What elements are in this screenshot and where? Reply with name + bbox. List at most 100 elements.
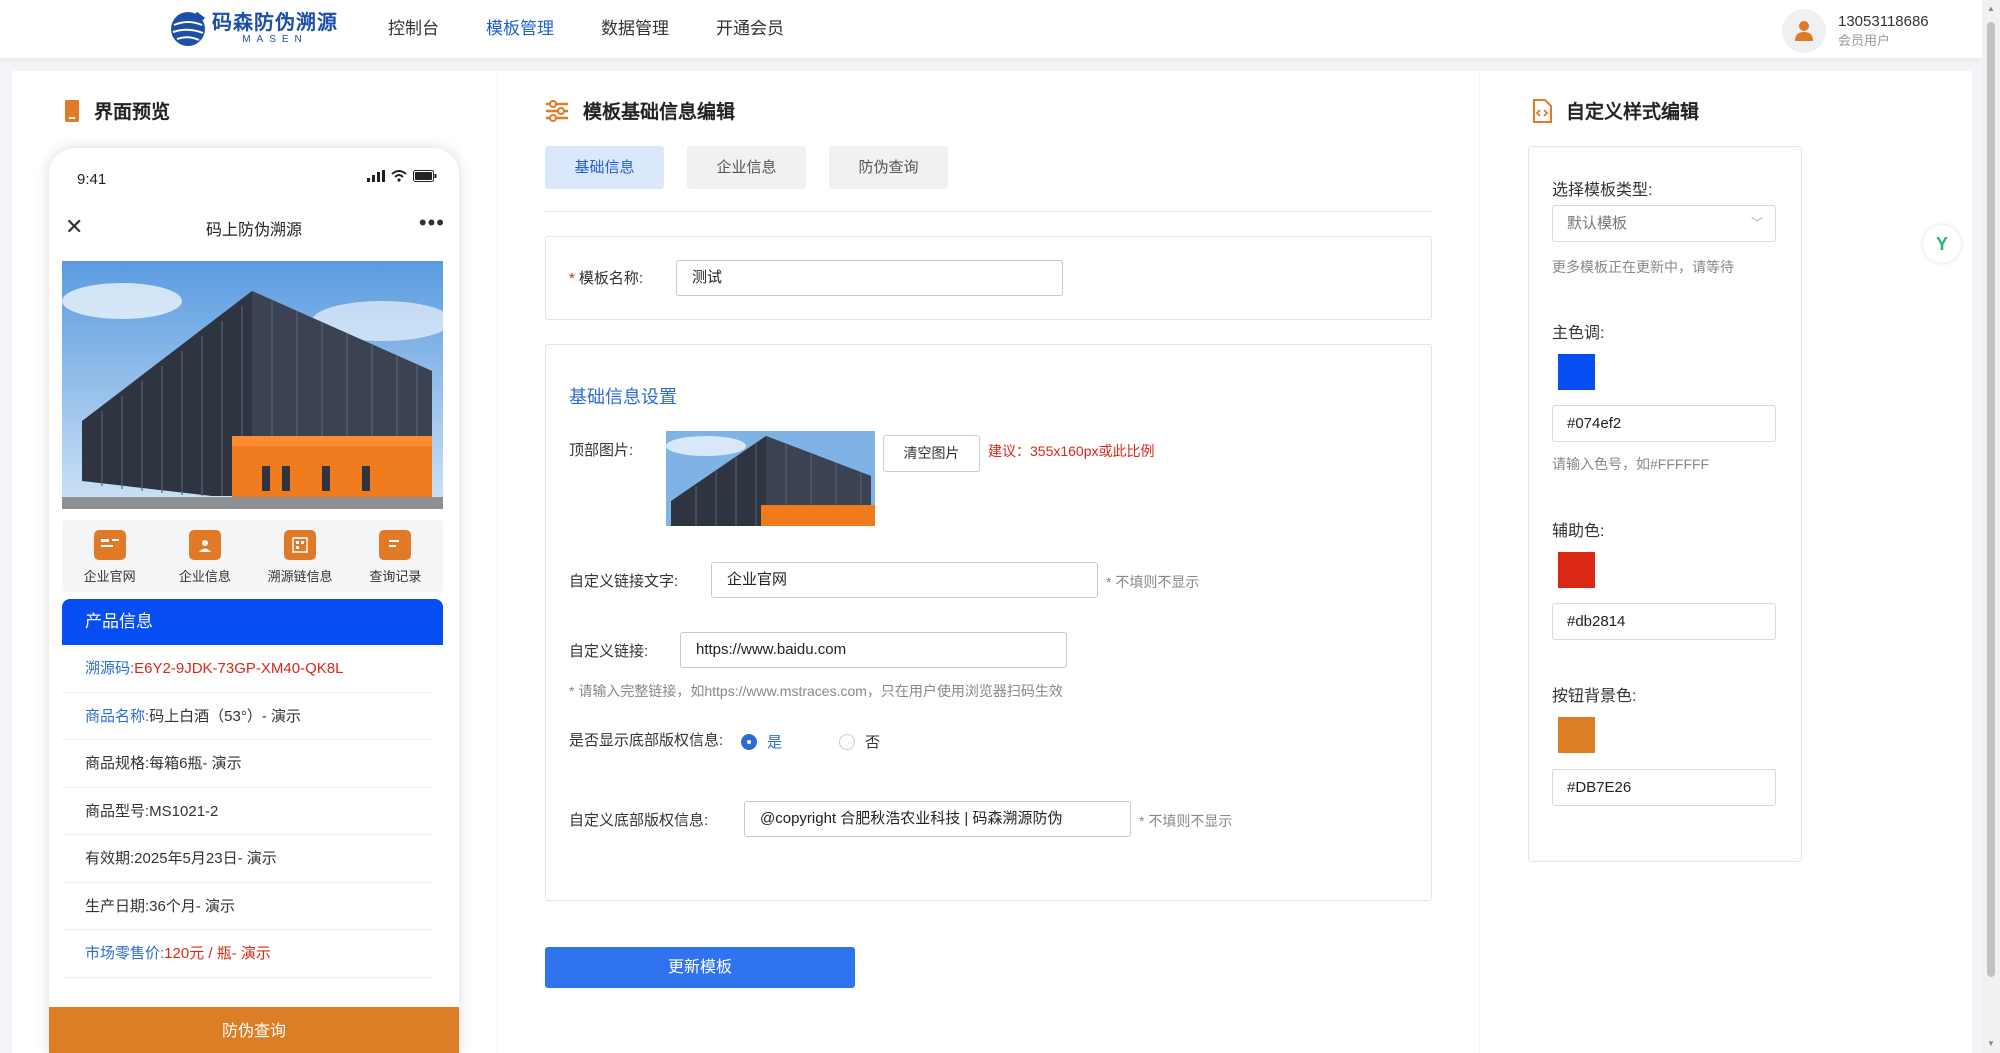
- template-type-hint: 更多模板正在更新中，请等待: [1552, 259, 1734, 275]
- secondary-color-input[interactable]: #db2814: [1552, 603, 1776, 640]
- button-bg-color-label: 按钮背景色:: [1552, 688, 1637, 705]
- top-image-label: 顶部图片:: [569, 442, 634, 459]
- phone-icon: [64, 99, 80, 123]
- show-copyright-label: 是否显示底部版权信息:: [569, 732, 724, 749]
- update-template-button[interactable]: 更新模板: [545, 947, 855, 988]
- anti-counterfeit-query-button[interactable]: 防伪查询: [49, 1007, 459, 1053]
- button-bg-color-swatch[interactable]: [1558, 717, 1595, 753]
- radio-show-no[interactable]: 否: [839, 731, 880, 752]
- primary-color-input[interactable]: #074ef2: [1552, 405, 1776, 442]
- scroll-up-icon[interactable]: ▲: [1986, 4, 1996, 14]
- template-type-label: 选择模板类型:: [1552, 182, 1653, 199]
- brand-logo[interactable]: 码森防伪溯源 MASEN: [168, 9, 338, 49]
- battery-icon: [413, 170, 437, 182]
- info-row-retail-price: 市场零售价:120元 / 瓶- 演示: [62, 930, 433, 978]
- product-info-list: 溯源码:E6Y2-9JDK-73GP-XM40-QK8L 商品名称:码上白酒（5…: [62, 645, 443, 978]
- top-navbar: 码森防伪溯源 MASEN 控制台 模板管理 数据管理 开通会员 13053118…: [0, 0, 1982, 58]
- phone-preview: 9:41 ✕ 码上防伪溯源 ••• 企业官网 企业信息 溯源链信息 查询记录 产…: [49, 148, 459, 1053]
- chain-list-icon: [284, 530, 317, 560]
- product-info-header: 产品信息: [62, 599, 443, 645]
- chevron-down-icon: ﹀: [1750, 216, 1763, 230]
- preview-panel: 界面预览 9:41 ✕ 码上防伪溯源 ••• 企业官网 企业信息 溯源链信息 查…: [12, 71, 497, 1053]
- miniapp-title: 码上防伪溯源: [205, 222, 302, 239]
- nav-data-management[interactable]: 数据管理: [601, 0, 669, 58]
- tab-basic-info[interactable]: 基础信息: [545, 146, 664, 189]
- main-nav: 控制台 模板管理 数据管理 开通会员: [388, 0, 831, 58]
- button-bg-color-input[interactable]: #DB7E26: [1552, 769, 1776, 806]
- scroll-down-icon[interactable]: ▼: [1986, 1039, 1996, 1049]
- template-name-box: * 模板名称: 测试: [545, 236, 1432, 320]
- editor-tabs: 基础信息 企业信息 防伪查询: [545, 146, 948, 189]
- quick-link-query-records[interactable]: 查询记录: [355, 530, 435, 592]
- link-text-hint: * 不填则不显示: [1106, 574, 1200, 590]
- link-input[interactable]: https://www.baidu.com: [680, 632, 1067, 668]
- radio-yes-dot[interactable]: [741, 733, 757, 750]
- tab-anti-counterfeit-query[interactable]: 防伪查询: [829, 146, 948, 189]
- nav-template-management[interactable]: 模板管理: [486, 0, 554, 58]
- user-phone: 13053118686: [1838, 13, 1929, 30]
- sliders-icon: [545, 99, 569, 122]
- status-time: 9:41: [77, 171, 107, 188]
- quick-link-trace-chain[interactable]: 溯源链信息: [260, 530, 340, 592]
- info-row-spec: 商品规格:每箱6瓶- 演示: [62, 740, 433, 788]
- info-row-trace-code: 溯源码:E6Y2-9JDK-73GP-XM40-QK8L: [62, 645, 433, 693]
- radio-no-dot[interactable]: [839, 733, 855, 750]
- secondary-color-swatch[interactable]: [1558, 552, 1595, 588]
- primary-color-label: 主色调:: [1552, 325, 1605, 342]
- basic-settings-box: 基础信息设置 顶部图片: 清空图片 建议：355x160px或此比例 自定义链接…: [545, 344, 1432, 901]
- logo-text: 码森防伪溯源: [212, 12, 338, 34]
- style-title: 自定义样式编辑: [1532, 97, 1699, 124]
- quick-link-company-info[interactable]: 企业信息: [165, 530, 245, 592]
- preview-title: 界面预览: [64, 97, 170, 124]
- radio-show-yes[interactable]: 是: [741, 731, 782, 752]
- status-icons: [367, 170, 437, 182]
- assistant-float-icon[interactable]: Y: [1923, 225, 1961, 263]
- link-text-input[interactable]: 企业官网: [711, 562, 1098, 598]
- copyright-input[interactable]: @copyright 合肥秋浩农业科技 | 码森溯源防伪: [744, 801, 1131, 837]
- section-title: 基础信息设置: [569, 387, 677, 407]
- record-doc-icon: [379, 530, 412, 560]
- clear-image-button[interactable]: 清空图片: [883, 435, 980, 472]
- code-file-icon: [1532, 98, 1552, 123]
- template-name-label: * 模板名称:: [569, 270, 644, 287]
- image-size-suggestion: 建议：355x160px或此比例: [988, 443, 1155, 459]
- editor-title: 模板基础信息编辑: [545, 97, 735, 124]
- logo-subtext: MASEN: [242, 34, 308, 45]
- tab-divider: [545, 211, 1432, 212]
- info-row-model: 商品型号:MS1021-2: [62, 788, 433, 835]
- user-role: 会员用户: [1838, 33, 1891, 48]
- link-label: 自定义链接:: [569, 643, 649, 660]
- more-icon[interactable]: •••: [419, 210, 445, 236]
- copyright-hint: * 不填则不显示: [1139, 813, 1233, 829]
- tab-company-info[interactable]: 企业信息: [687, 146, 806, 189]
- nav-membership[interactable]: 开通会员: [716, 0, 784, 58]
- folder-user-icon: [188, 530, 221, 560]
- user-menu[interactable]: 13053118686 会员用户: [1782, 9, 1929, 53]
- top-image-thumbnail[interactable]: [666, 431, 875, 526]
- miniapp-header: ✕ 码上防伪溯源 •••: [49, 206, 459, 246]
- quick-link-website[interactable]: 企业官网: [70, 530, 150, 592]
- template-editor-panel: 模板基础信息编辑 基础信息 企业信息 防伪查询 * 模板名称: 测试 基础信息设置…: [498, 71, 1479, 1053]
- primary-color-hint: 请输入色号，如#FFFFFF: [1552, 456, 1710, 472]
- top-banner-image: [62, 261, 443, 509]
- page-scrollbar[interactable]: ▲ ▼: [1982, 0, 2000, 1053]
- globe-logo-icon: [171, 11, 205, 46]
- nav-dashboard[interactable]: 控制台: [388, 0, 439, 58]
- wifi-icon: [391, 170, 407, 182]
- secondary-color-label: 辅助色:: [1552, 523, 1605, 540]
- template-type-select[interactable]: 默认模板 ﹀: [1552, 205, 1776, 242]
- copyright-label: 自定义底部版权信息:: [569, 812, 709, 829]
- link-text-label: 自定义链接文字:: [569, 573, 679, 590]
- info-row-product-name: 商品名称:码上白酒（53°）- 演示: [62, 693, 433, 740]
- style-editor-panel: 自定义样式编辑 选择模板类型: 默认模板 ﹀ 更多模板正在更新中，请等待 主色调…: [1480, 71, 1972, 1053]
- template-name-input[interactable]: 测试: [676, 260, 1063, 296]
- info-row-expiry: 有效期:2025年5月23日- 演示: [62, 835, 433, 883]
- user-icon: [1795, 21, 1813, 41]
- primary-color-swatch[interactable]: [1558, 354, 1595, 390]
- quick-links: 企业官网 企业信息 溯源链信息 查询记录: [62, 520, 443, 592]
- scrollbar-thumb[interactable]: [1987, 22, 1995, 977]
- info-row-production-date: 生产日期:36个月- 演示: [62, 883, 433, 930]
- id-card-icon: [93, 530, 126, 560]
- avatar[interactable]: [1782, 9, 1826, 53]
- link-hint: * 请输入完整链接，如https://www.mstraces.com，只在用户…: [569, 683, 1063, 699]
